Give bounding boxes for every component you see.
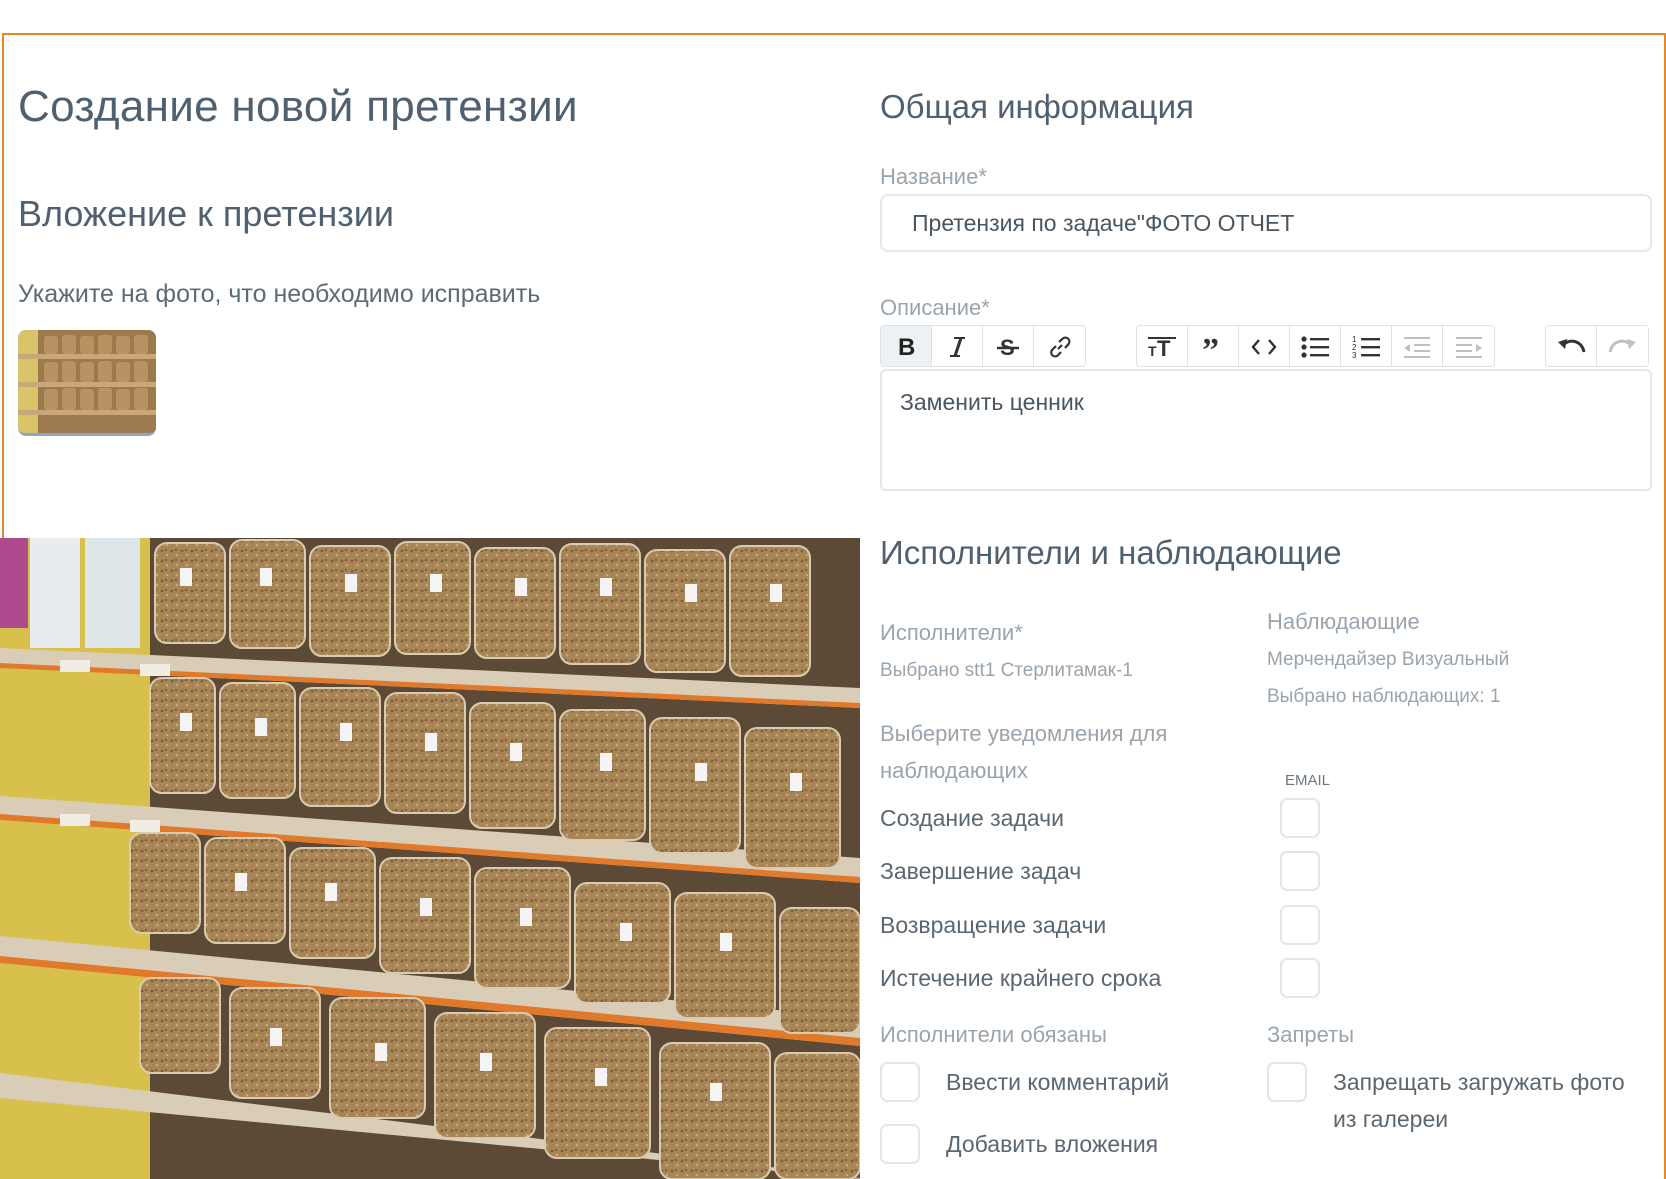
notify-row-label: Истечение крайнего срока: [880, 965, 1162, 991]
name-value: Претензия по задаче"ФОТО ОТЧЕТ: [912, 209, 1295, 236]
bullet-list-icon: [1301, 336, 1329, 358]
link-icon: [1049, 336, 1070, 358]
format-group: B S: [880, 325, 1086, 367]
require-comment-checkbox[interactable]: [880, 1062, 920, 1102]
attachment-thumbnail[interactable]: [18, 330, 156, 436]
svg-text:”: ”: [1202, 335, 1219, 359]
page-title: Создание новой претензии: [18, 82, 578, 131]
code-button[interactable]: [1239, 326, 1290, 366]
redo-button[interactable]: [1597, 326, 1648, 366]
history-group: [1545, 325, 1649, 367]
indent-button[interactable]: [1443, 326, 1494, 366]
email-column-label: EMAIL: [1285, 772, 1331, 789]
require-attachments-label: Добавить вложения: [946, 1131, 1159, 1157]
svg-text:3: 3: [1352, 351, 1357, 360]
watchers-count: Выбрано наблюдающих: 1: [1267, 686, 1501, 707]
italic-icon: [950, 337, 965, 357]
obliged-label: Исполнители обязаны: [880, 1022, 1107, 1047]
bullet-list-button[interactable]: [1290, 326, 1341, 366]
svg-text:B: B: [898, 335, 915, 359]
attachment-title: Вложение к претензии: [18, 193, 394, 234]
executors-selected[interactable]: Выбрано stt1 Стерлитамак-1: [880, 660, 1133, 682]
notify-create-email-checkbox[interactable]: [1280, 798, 1320, 838]
heading-button[interactable]: TT: [1137, 326, 1188, 366]
name-label: Название*: [880, 164, 987, 189]
executors-label: Исполнители*: [880, 620, 1023, 645]
block-group: TT ” 123: [1136, 325, 1495, 367]
code-icon: [1251, 339, 1277, 355]
notify-label-line1: Выберите уведомления для: [880, 721, 1168, 746]
link-button[interactable]: [1034, 326, 1085, 366]
description-editor[interactable]: Заменить ценник: [880, 369, 1652, 491]
bans-label: Запреты: [1267, 1022, 1355, 1047]
ban-gallery-upload-label-line1: Запрещать загружать фото: [1333, 1069, 1625, 1095]
quote-button[interactable]: ”: [1188, 326, 1239, 366]
editor-toolbar: B S TT ” 123: [880, 325, 1649, 367]
notify-label-line2: наблюдающих: [880, 758, 1028, 783]
shelf-photo-image: [0, 538, 860, 1179]
require-attachments-checkbox[interactable]: [880, 1124, 920, 1164]
notify-complete-email-checkbox[interactable]: [1280, 851, 1320, 891]
notify-return-email-checkbox[interactable]: [1280, 905, 1320, 945]
description-label: Описание*: [880, 295, 990, 320]
require-comment-label: Ввести комментарий: [946, 1069, 1170, 1095]
outdent-button[interactable]: [1392, 326, 1443, 366]
watchers-label: Наблюдающие: [1267, 609, 1420, 634]
notify-row-label: Возвращение задачи: [880, 912, 1107, 938]
svg-text:T: T: [1157, 336, 1171, 359]
description-value: Заменить ценник: [900, 389, 1084, 415]
bold-icon: B: [898, 335, 915, 359]
svg-text:T: T: [1148, 343, 1157, 359]
bold-button[interactable]: B: [881, 326, 932, 366]
notify-row-label: Создание задачи: [880, 805, 1064, 831]
outdent-icon: [1404, 337, 1430, 358]
strikethrough-icon: S: [997, 335, 1019, 359]
notify-row-label: Завершение задач: [880, 858, 1082, 884]
people-title: Исполнители и наблюдающие: [880, 534, 1342, 571]
strikethrough-button[interactable]: S: [983, 326, 1034, 366]
name-input[interactable]: Претензия по задаче"ФОТО ОТЧЕТ: [880, 194, 1652, 252]
attachment-photo[interactable]: [0, 538, 860, 1179]
heading-icon: TT: [1148, 336, 1176, 359]
general-info-title: Общая информация: [880, 88, 1194, 125]
numbered-list-button[interactable]: 123: [1341, 326, 1392, 366]
redo-icon: [1608, 339, 1636, 353]
watchers-name[interactable]: Мерчендайзер Визуальный: [1267, 649, 1509, 671]
indent-icon: [1455, 337, 1482, 358]
undo-icon: [1558, 339, 1586, 353]
shelf-thumbnail-image: [18, 330, 156, 433]
numbered-list-icon: 123: [1352, 335, 1380, 360]
italic-button[interactable]: [932, 326, 983, 366]
ban-gallery-upload-label-line2: из галереи: [1333, 1106, 1449, 1132]
quote-icon: ”: [1202, 335, 1219, 359]
attachment-hint: Укажите на фото, что необходимо исправит…: [18, 280, 541, 308]
notify-deadline-email-checkbox[interactable]: [1280, 958, 1320, 998]
ban-gallery-upload-checkbox[interactable]: [1267, 1062, 1307, 1102]
undo-button[interactable]: [1546, 326, 1597, 366]
